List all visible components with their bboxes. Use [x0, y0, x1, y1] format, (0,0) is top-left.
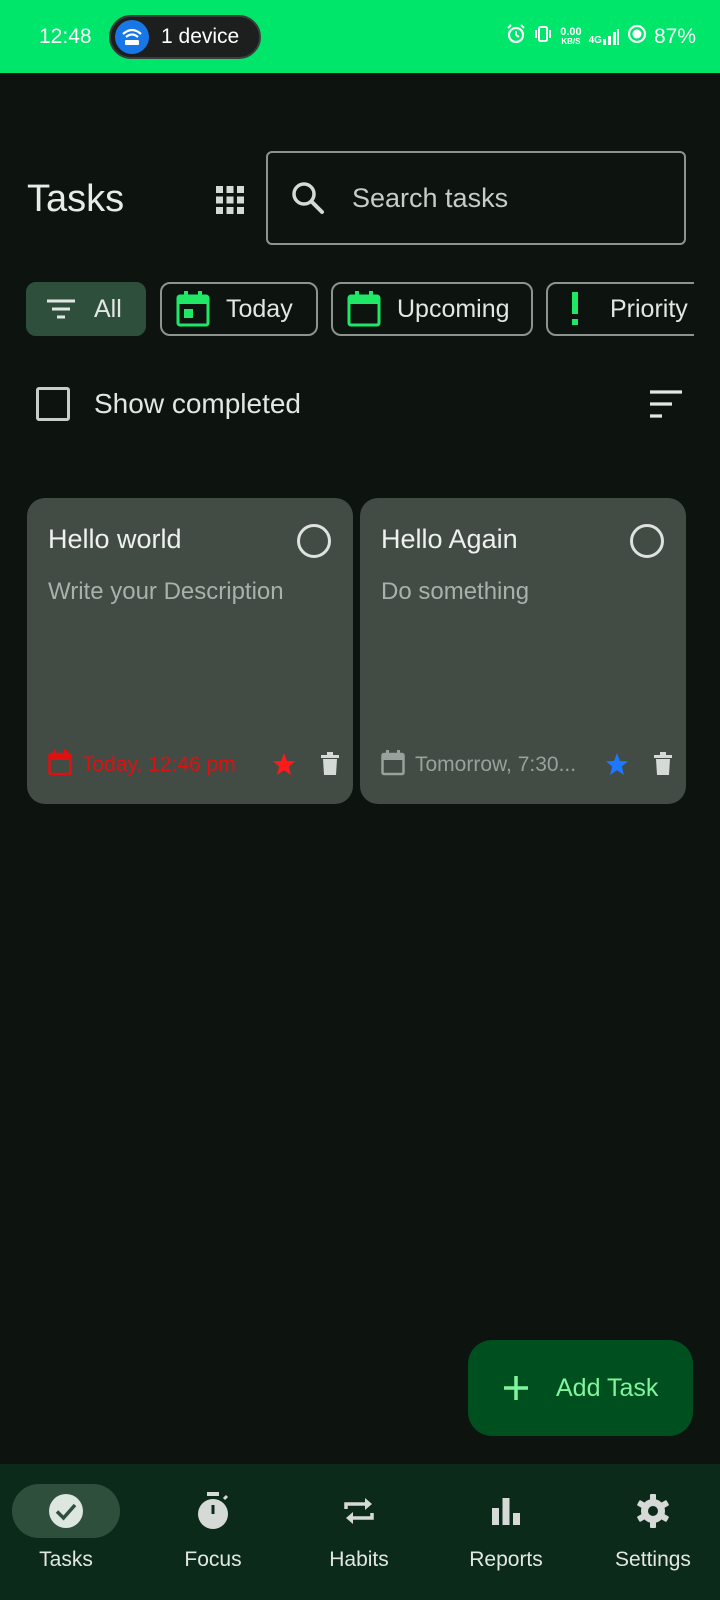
nav-label: Habits: [329, 1548, 389, 1571]
page-title: Tasks: [27, 178, 125, 220]
nav-icon-wrap: [305, 1484, 413, 1538]
nav-item-focus[interactable]: Focus: [148, 1484, 278, 1584]
task-description: Write your Description: [48, 578, 284, 605]
nav-item-reports[interactable]: Reports: [441, 1484, 571, 1584]
search-input[interactable]: [352, 182, 652, 214]
battery-percent: 87%: [653, 24, 696, 48]
delete-icon[interactable]: [320, 752, 340, 781]
task-title: Hello world: [48, 524, 182, 554]
nav-label: Reports: [469, 1548, 543, 1571]
gear-icon: [637, 1494, 669, 1528]
nav-label: Focus: [184, 1548, 242, 1571]
show-completed-checkbox[interactable]: [36, 387, 70, 421]
nav-icon-wrap: [599, 1484, 707, 1538]
star-icon[interactable]: [605, 752, 629, 781]
calendar-icon: [381, 749, 405, 781]
status-time: 12:48: [39, 24, 92, 48]
nav-item-settings[interactable]: Settings: [588, 1484, 718, 1584]
repeat-icon: [344, 1498, 374, 1524]
task-complete-toggle[interactable]: [630, 524, 664, 558]
chip-all[interactable]: All: [26, 282, 146, 336]
battery-saver-icon: [627, 24, 647, 49]
signal-icon: 4G: [589, 28, 620, 46]
nav-item-tasks[interactable]: Tasks: [1, 1484, 131, 1584]
filter-list-icon: [46, 298, 76, 320]
priority-exclamation-icon: [570, 292, 580, 326]
alarm-icon: [506, 24, 526, 49]
filter-chips: All Today Upcoming Priority: [26, 282, 694, 338]
status-bar: 12:48 1 device 0.00 KB/S 4G 87%: [0, 0, 720, 73]
hotspot-icon: [115, 19, 149, 54]
timer-icon: [198, 1492, 229, 1529]
nav-label: Settings: [615, 1548, 691, 1571]
task-due-date: Tomorrow, 7:30...: [415, 753, 577, 776]
plus-icon: [504, 1376, 528, 1400]
chip-all-label: All: [94, 294, 122, 323]
task-due-date: Today, 12:46 pm: [82, 753, 236, 776]
show-completed-label: Show completed: [94, 388, 302, 419]
net-speed: 0.00 KB/S: [560, 25, 582, 47]
net-speed-unit: KB/S: [561, 36, 581, 46]
task-footer: Tomorrow, 7:30...: [381, 749, 673, 781]
hotspot-label: 1 device: [161, 24, 240, 48]
task-card[interactable]: Hello Again Do something Tomorrow, 7:30.…: [360, 498, 686, 804]
bar-chart-icon: [492, 1498, 520, 1525]
task-card[interactable]: Hello world Write your Description Today…: [27, 498, 353, 804]
nav-icon-wrap: [159, 1484, 267, 1538]
chip-upcoming-label: Upcoming: [397, 294, 510, 323]
chip-priority-label: Priority: [610, 294, 688, 323]
task-title: Hello Again: [381, 524, 518, 554]
search-icon: [292, 182, 324, 214]
vibrate-icon: [533, 24, 553, 49]
nav-label: Tasks: [39, 1548, 93, 1571]
calendar-icon: [347, 291, 381, 327]
nav-item-habits[interactable]: Habits: [294, 1484, 424, 1584]
hotspot-pill[interactable]: 1 device: [109, 14, 262, 59]
show-completed-row[interactable]: Show completed: [36, 386, 301, 422]
task-footer: Today, 12:46 pm: [48, 749, 340, 781]
network-type: 4G: [588, 34, 602, 46]
grid-view-button[interactable]: [208, 178, 252, 222]
calendar-today-icon: [176, 291, 210, 327]
add-task-button[interactable]: Add Task: [468, 1340, 693, 1436]
chip-upcoming[interactable]: Upcoming: [331, 282, 533, 336]
status-icons: 0.00 KB/S 4G 87%: [506, 24, 696, 49]
add-task-label: Add Task: [556, 1373, 659, 1402]
bottom-nav: Tasks Focus Habits Reports Settings: [0, 1464, 720, 1600]
task-description: Do something: [381, 578, 530, 605]
sort-button[interactable]: [648, 388, 684, 420]
chip-today-label: Today: [226, 294, 293, 323]
nav-icon-wrap: [452, 1484, 560, 1538]
calendar-icon: [48, 749, 72, 781]
chip-today[interactable]: Today: [160, 282, 318, 336]
task-complete-toggle[interactable]: [297, 524, 331, 558]
delete-icon[interactable]: [653, 752, 673, 781]
net-speed-value: 0.00: [560, 25, 582, 38]
check-circle-icon: [49, 1494, 83, 1528]
nav-icon-wrap: [12, 1484, 120, 1538]
grid-icon: [216, 186, 244, 214]
chip-priority[interactable]: Priority: [546, 282, 694, 336]
search-box[interactable]: [266, 151, 686, 245]
star-icon[interactable]: [272, 752, 296, 781]
sort-icon: [650, 390, 682, 418]
